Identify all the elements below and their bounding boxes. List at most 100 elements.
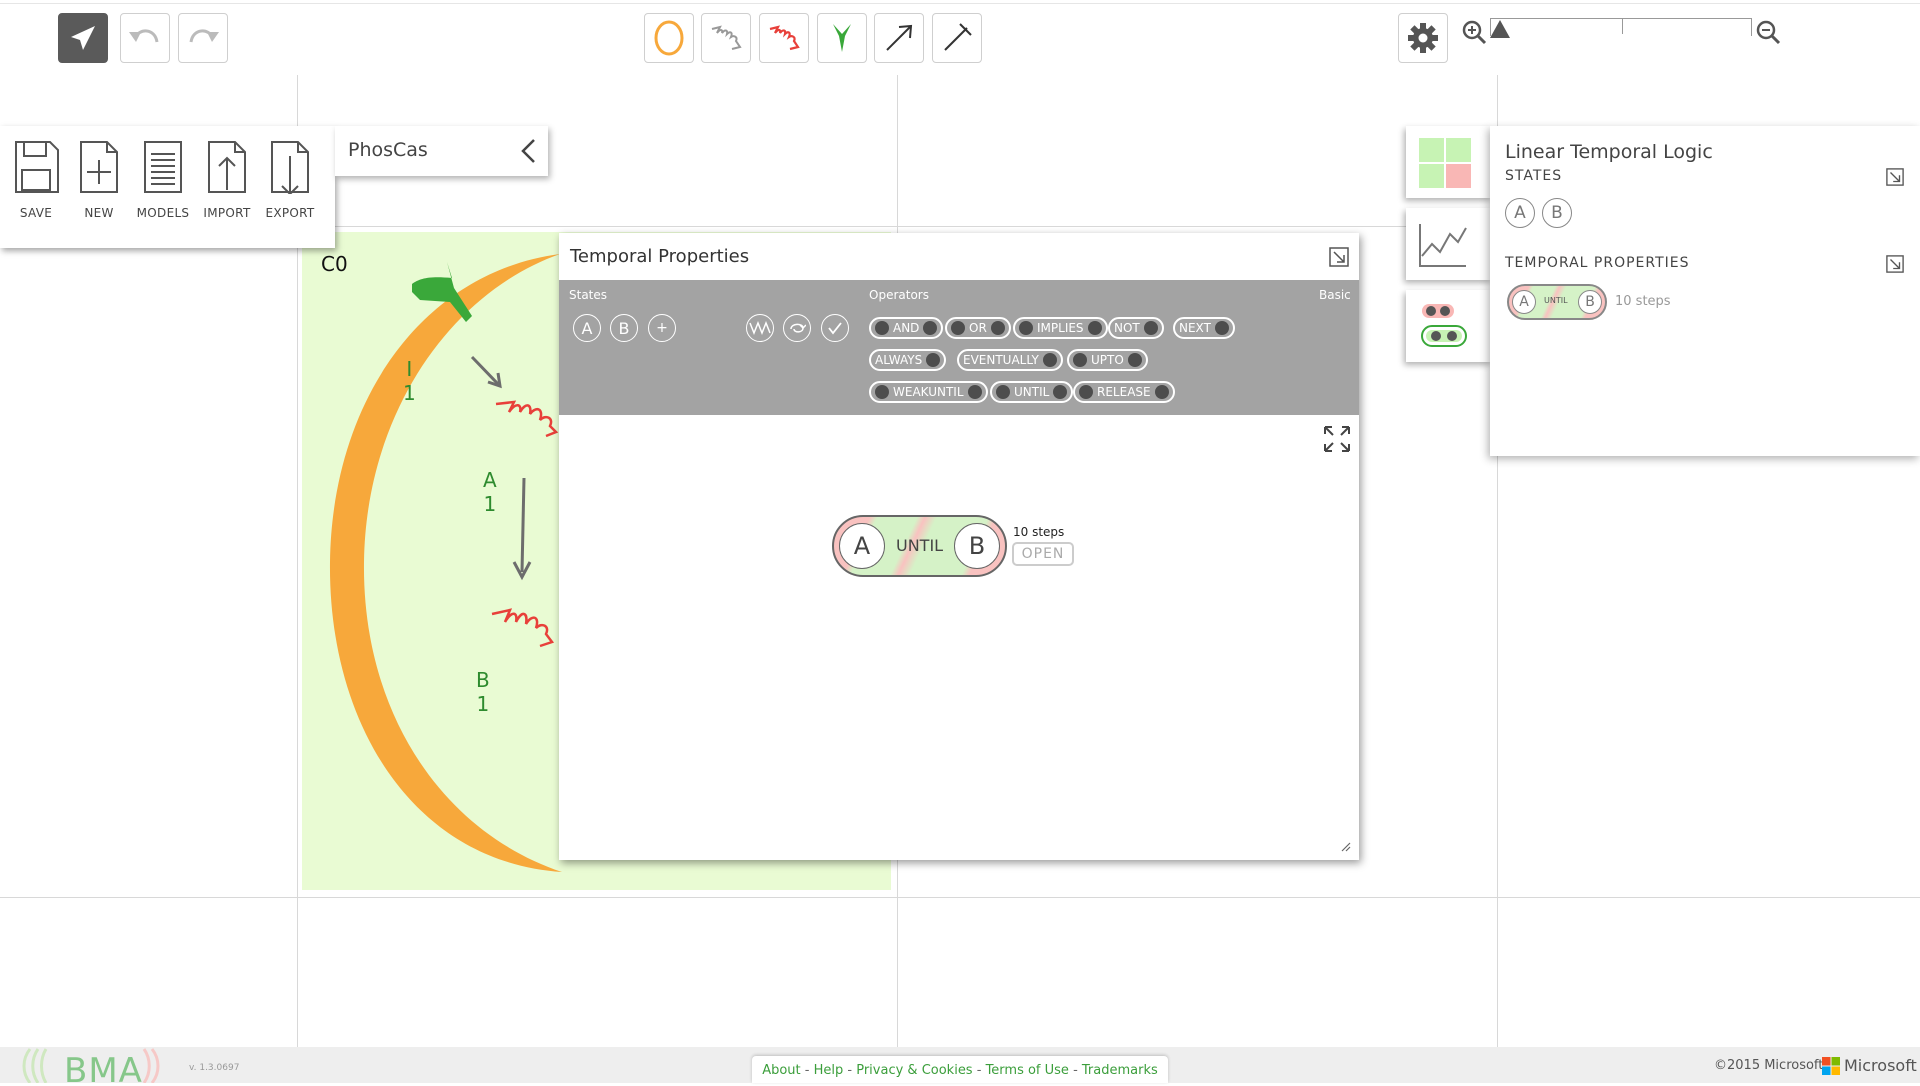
operator-eventually[interactable]: EVENTUALLY [957, 349, 1063, 371]
import-button[interactable]: IMPORT [195, 140, 259, 220]
state-chip-b[interactable]: B [610, 314, 638, 342]
new-button[interactable]: NEW [67, 140, 131, 220]
operator-upto[interactable]: UPTO [1067, 349, 1148, 371]
redo-icon [189, 29, 219, 43]
temporal-properties-window: Temporal Properties States A B + Operato… [559, 233, 1359, 860]
chart-line-icon [1419, 224, 1467, 267]
zoom-in-icon [1462, 20, 1487, 45]
export-button[interactable]: EXPORT [258, 140, 322, 220]
activation-edge[interactable] [470, 355, 500, 386]
formula-operand-left[interactable]: A [839, 523, 885, 569]
zoom-in-button[interactable] [1460, 18, 1488, 50]
pointer-icon [71, 26, 95, 50]
minimize-window-icon[interactable] [1329, 247, 1349, 267]
oscillation-state-button[interactable] [746, 314, 774, 342]
operator-next[interactable]: NEXT [1173, 317, 1235, 339]
operator-always[interactable]: ALWAYS [869, 349, 947, 371]
mode-label[interactable]: Basic [1319, 288, 1351, 302]
variable-a-node[interactable] [495, 400, 559, 438]
operator-not[interactable]: NOT [1108, 317, 1164, 339]
activator-tool-button[interactable] [874, 13, 924, 63]
settings-button[interactable] [1398, 13, 1448, 63]
models-button[interactable]: MODELS [131, 140, 195, 220]
trademarks-link[interactable]: Trademarks [1082, 1063, 1158, 1078]
formula-operand-right[interactable]: B [954, 523, 1000, 569]
receptor-tool-button[interactable] [817, 13, 867, 63]
pointer-button[interactable] [58, 13, 108, 63]
simulation-tab[interactable] [1406, 208, 1492, 280]
inhibitor-tool-button[interactable] [932, 13, 982, 63]
ltl-icon [1421, 304, 1467, 347]
constant-tool-button[interactable] [701, 13, 751, 63]
zoom-slider-thumb[interactable] [1490, 20, 1510, 38]
self-loop-state-button[interactable] [783, 314, 811, 342]
checkmark-icon [828, 322, 842, 335]
privacy-link[interactable]: Privacy & Cookies [856, 1063, 972, 1078]
variable-label-a: A1 [483, 468, 497, 516]
save-button[interactable]: SAVE [4, 140, 68, 220]
states-label: States [569, 288, 608, 302]
container-tool-button[interactable] [644, 13, 694, 63]
container-icon [654, 20, 684, 56]
export-icon [271, 141, 309, 196]
temporal-properties-label: TEMPORAL PROPERTIES [1505, 255, 1690, 271]
operator-or[interactable]: OR [945, 317, 1011, 339]
variable-b-node[interactable] [491, 608, 555, 648]
bma-logo: BMA [12, 1047, 180, 1083]
expand-icon[interactable] [1323, 425, 1351, 453]
panel-formula[interactable]: A UNTIL B [1507, 284, 1607, 320]
formula-operator: UNTIL [896, 536, 944, 555]
panel-state-a[interactable]: A [1505, 198, 1535, 228]
variable-label-i: I1 [403, 357, 416, 405]
ltl-tab[interactable] [1406, 290, 1492, 362]
formula-steps: 10 steps [1013, 525, 1065, 539]
model-name[interactable]: PhosCas [348, 139, 428, 161]
help-link[interactable]: Help [814, 1063, 844, 1078]
operator-and[interactable]: AND [869, 317, 944, 339]
model-title-bar: PhosCas [335, 126, 548, 176]
activation-edge[interactable] [520, 477, 526, 573]
zoom-out-button[interactable] [1754, 18, 1782, 50]
cell-label: C0 [321, 252, 348, 276]
ltl-panel: Linear Temporal Logic STATES A B TEMPORA… [1490, 126, 1920, 456]
panel-formula-left: A [1512, 290, 1536, 314]
footer-links: About - Help - Privacy & Cookies - Terms… [752, 1056, 1168, 1083]
variable-tool-button[interactable] [759, 13, 809, 63]
operators-toolbar: States A B + Operators Basic AND OR IMPL… [559, 280, 1359, 415]
cell-membrane[interactable] [329, 254, 562, 872]
true-state-button[interactable] [821, 314, 849, 342]
undo-button[interactable] [120, 13, 170, 63]
resize-handle-icon[interactable] [1341, 842, 1351, 852]
panel-formula-operator: UNTIL [1544, 296, 1568, 305]
panel-state-b[interactable]: B [1542, 198, 1572, 228]
operator-until[interactable]: UNTIL [990, 381, 1074, 403]
panel-formula-right: B [1578, 290, 1602, 314]
formula-until[interactable]: A UNTIL B [832, 515, 1007, 577]
proof-icon [1419, 138, 1471, 188]
constant-icon [711, 25, 742, 50]
activator-icon [886, 24, 913, 51]
operator-implies[interactable]: IMPLIES [1013, 317, 1108, 339]
models-icon [144, 141, 182, 193]
microsoft-logo-icon [1822, 1057, 1840, 1075]
copyright: ©2015 Microsoft [1714, 1058, 1824, 1073]
file-menu: SAVE NEW MODELS IMPORT EXPORT [0, 126, 335, 248]
terms-link[interactable]: Terms of Use [986, 1063, 1069, 1078]
panel-formula-steps: 10 steps [1615, 294, 1671, 309]
state-chip-a[interactable]: A [573, 314, 601, 342]
operators-label: Operators [869, 288, 929, 302]
open-states-icon[interactable] [1886, 168, 1904, 186]
zoom-slider[interactable] [1490, 18, 1752, 40]
new-icon [80, 141, 118, 193]
add-state-button[interactable]: + [648, 314, 676, 342]
window-title: Temporal Properties [570, 246, 750, 267]
redo-button[interactable] [178, 13, 228, 63]
oscillation-icon [749, 321, 771, 335]
proof-tab[interactable] [1406, 126, 1492, 198]
open-temporal-properties-icon[interactable] [1886, 255, 1904, 273]
operator-release[interactable]: RELEASE [1073, 381, 1175, 403]
collapse-chevron-icon[interactable] [519, 138, 539, 164]
open-button[interactable]: OPEN [1012, 542, 1074, 566]
about-link[interactable]: About [762, 1063, 800, 1078]
operator-weakuntil[interactable]: WEAKUNTIL [869, 381, 988, 403]
